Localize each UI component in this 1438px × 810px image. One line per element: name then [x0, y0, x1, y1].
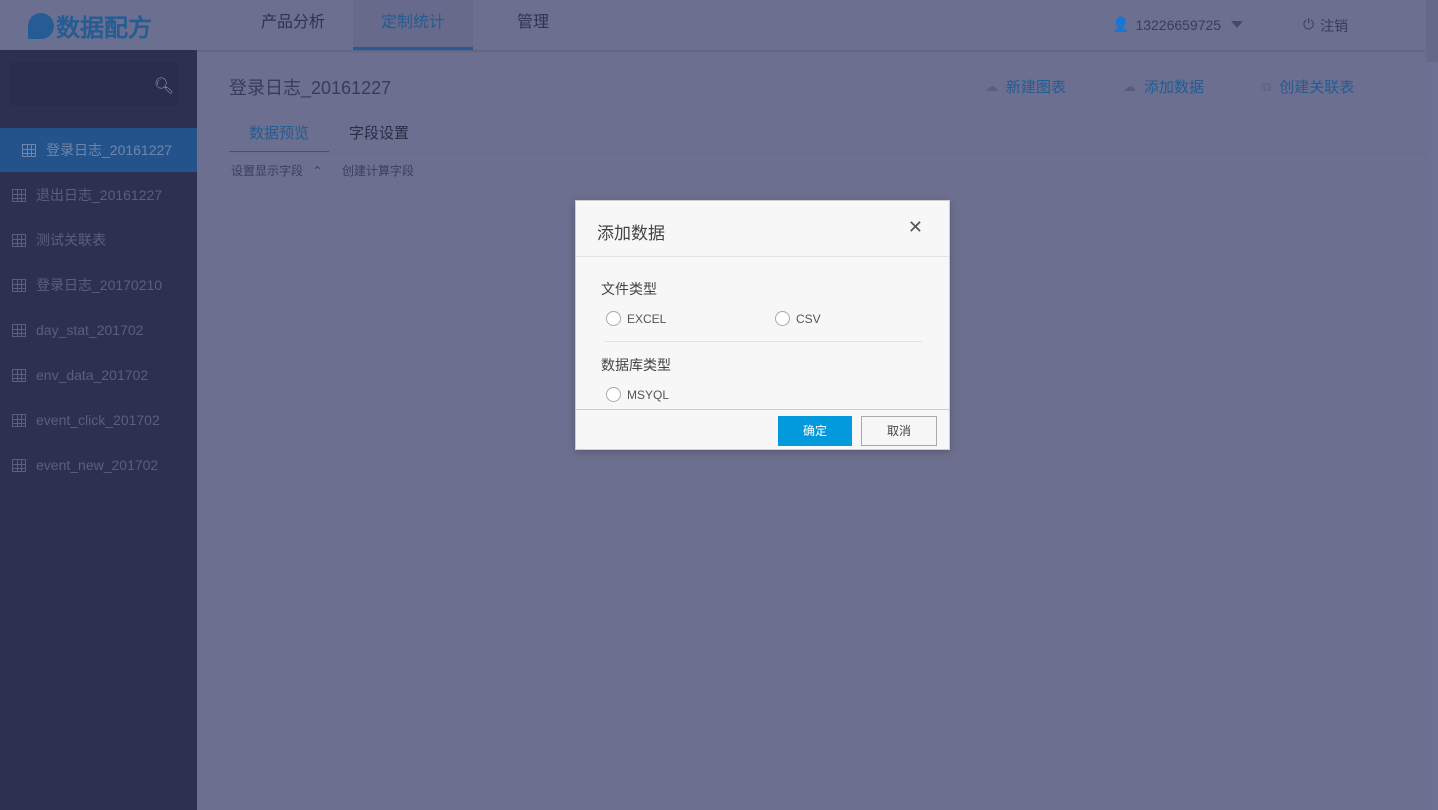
action-label: 创建关联表 [1279, 79, 1355, 96]
confirm-button[interactable]: 确定 [778, 416, 852, 446]
add-data-dialog: 添加数据 ✕ 文件类型 EXCEL CSV 数据库类型 MSYQL 确定 取消 [575, 200, 950, 450]
sidebar-item-label: 登录日志_20170210 [36, 277, 163, 293]
radio-circle[interactable] [606, 387, 621, 402]
add-data-button[interactable]: ☁ 添加数据 [1123, 76, 1204, 97]
table-icon [12, 458, 26, 472]
radio-mysql[interactable]: MSYQL [606, 387, 669, 402]
nav-manage[interactable]: 管理 [473, 0, 593, 50]
sidebar-item-label: day_stat_201702 [36, 322, 144, 338]
nav-custom-stats[interactable]: 定制统计 [353, 0, 473, 50]
scrollbar[interactable] [1426, 0, 1438, 810]
sidebar-item[interactable]: event_click_201702 [0, 398, 197, 442]
divider [229, 152, 1426, 153]
dialog-header: 添加数据 ✕ [576, 201, 949, 257]
radio-excel[interactable]: EXCEL [606, 311, 666, 326]
user-icon: 👤 [1112, 16, 1130, 32]
db-type-label: 数据库类型 [601, 357, 671, 373]
logo-text: 数据配方 [56, 15, 152, 42]
username: 13226659725 [1135, 16, 1222, 33]
scrollbar-thumb[interactable] [1426, 0, 1438, 62]
sidebar-item[interactable]: env_data_201702 [0, 353, 197, 397]
set-display-fields-button[interactable]: 设置显示字段 ⌃ [231, 162, 322, 179]
radio-label: MSYQL [627, 387, 670, 402]
tab-data-preview[interactable]: 数据预览 [229, 122, 329, 153]
sidebar-item-label: 登录日志_20161227 [46, 142, 173, 158]
action-label: 新建图表 [1006, 79, 1067, 96]
chevron-down-icon [1231, 21, 1244, 28]
new-chart-button[interactable]: ☁ 新建图表 [985, 76, 1066, 97]
cancel-button[interactable]: 取消 [861, 416, 937, 446]
table-icon [12, 413, 26, 427]
user-menu[interactable]: 👤 13226659725 [1112, 16, 1244, 33]
cloud-icon: ☁ [1123, 78, 1136, 94]
action-label: 添加数据 [1144, 79, 1205, 96]
search-input[interactable]: 🔍︎ [10, 62, 178, 106]
chevron-up-icon: ⌃ [312, 164, 323, 178]
table-icon [12, 368, 26, 382]
table-icon [12, 188, 26, 202]
logo-icon [28, 12, 54, 39]
nav-product-analysis[interactable]: 产品分析 [233, 0, 353, 50]
search-icon[interactable]: 🔍︎ [154, 76, 174, 96]
table-icon [12, 233, 26, 247]
sidebar-item[interactable]: 退出日志_20161227 [0, 173, 197, 217]
top-bar: 数据配方 产品分析 定制统计 管理 👤 13226659725 ⏻ 注销 [0, 0, 1426, 50]
dialog-footer: 确定 取消 [576, 409, 949, 450]
power-icon: ⏻ [1303, 16, 1315, 32]
create-computed-field-button[interactable]: 创建计算字段 [342, 162, 414, 179]
divider [604, 341, 922, 342]
sidebar-item-label: event_click_201702 [36, 412, 160, 428]
radio-circle[interactable] [775, 311, 790, 326]
sidebar-item-label: event_new_201702 [36, 457, 159, 473]
table-icon [12, 278, 26, 292]
page-title: 登录日志_20161227 [229, 78, 392, 98]
radio-circle[interactable] [606, 311, 621, 326]
tab-field-settings[interactable]: 字段设置 [329, 122, 429, 153]
radio-label: CSV [796, 311, 821, 326]
table-icon [12, 323, 26, 337]
table-icon [22, 143, 36, 157]
sidebar-item-label: 测试关联表 [36, 232, 106, 248]
copy-icon: ⧉ [1262, 78, 1272, 94]
sidebar-item[interactable]: 登录日志_20161227 [0, 128, 197, 172]
logo[interactable]: 数据配方 [28, 8, 152, 43]
cloud-icon: ☁ [985, 78, 998, 94]
radio-csv[interactable]: CSV [775, 311, 821, 326]
sidebar: 🔍︎ 登录日志_20161227 退出日志_20161227 测试关联表 登录日… [0, 50, 197, 810]
sidebar-item[interactable]: event_new_201702 [0, 443, 197, 487]
sidebar-item[interactable]: day_stat_201702 [0, 308, 197, 352]
logout-label: 注销 [1320, 18, 1349, 34]
logout-button[interactable]: ⏻ 注销 [1303, 16, 1348, 36]
radio-label: EXCEL [627, 311, 667, 326]
sidebar-item[interactable]: 登录日志_20170210 [0, 263, 197, 307]
close-icon[interactable]: ✕ [908, 217, 923, 238]
sub-label: 设置显示字段 [231, 164, 304, 178]
main-nav: 产品分析 定制统计 管理 [233, 0, 593, 50]
dialog-title: 添加数据 [597, 224, 665, 243]
tabs: 数据预览 字段设置 [229, 122, 429, 153]
sidebar-item[interactable]: 测试关联表 [0, 218, 197, 262]
sidebar-item-label: env_data_201702 [36, 367, 149, 383]
sidebar-item-label: 退出日志_20161227 [36, 187, 163, 203]
create-join-table-button[interactable]: ⧉ 创建关联表 [1262, 76, 1354, 97]
file-type-label: 文件类型 [601, 281, 657, 297]
